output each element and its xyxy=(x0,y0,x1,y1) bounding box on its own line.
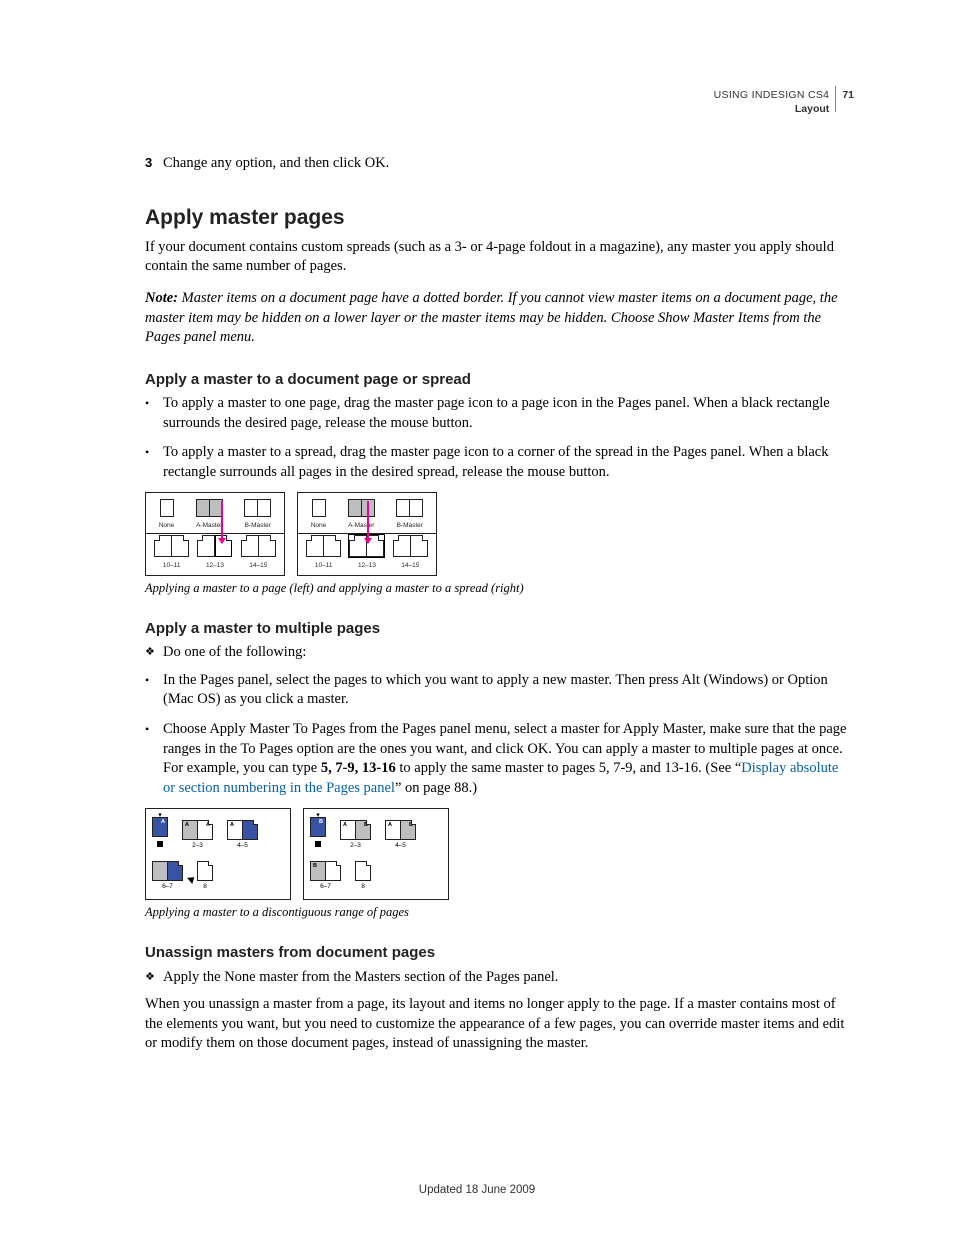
heading-apply-page-or-spread: Apply a master to a document page or spr… xyxy=(145,370,854,390)
header-section: Layout xyxy=(714,102,830,116)
example-range: 5, 7-9, 13-16 xyxy=(321,760,396,776)
master-a-label: A-Master xyxy=(348,522,375,531)
bullet-text: To apply a master to one page, drag the … xyxy=(163,394,854,433)
note-text: Master items on a document page have a d… xyxy=(145,290,838,345)
page-label: 14–15 xyxy=(241,562,276,571)
running-header: USING INDESIGN CS4 Layout 71 xyxy=(714,88,854,116)
page-label: 2–3 xyxy=(340,842,371,851)
page-label: 4–5 xyxy=(227,842,258,851)
note-paragraph: Note: Master items on a document page ha… xyxy=(145,289,854,348)
page-label: 6–7 xyxy=(310,883,341,892)
bullet-list-2: In the Pages panel, select the pages to … xyxy=(145,671,854,798)
intro-paragraph: If your document contains custom spreads… xyxy=(145,238,854,277)
page-label: 10–11 xyxy=(306,562,341,571)
page-label: 6–7 xyxy=(152,883,183,892)
diamond-text: Do one of the following: xyxy=(163,643,854,663)
page-label: 8 xyxy=(355,883,371,892)
figure-discontiguous: ▾ A A A 2–3 A 4–5 6–7 xyxy=(145,808,854,900)
page-label: 2–3 xyxy=(182,842,213,851)
heading-unassign: Unassign masters from document pages xyxy=(145,943,854,963)
list-item: Choose Apply Master To Pages from the Pa… xyxy=(145,720,854,798)
master-a-label: A-Master xyxy=(196,522,223,531)
master-b-label: B-Master xyxy=(396,522,423,531)
bullet-text: In the Pages panel, select the pages to … xyxy=(163,671,854,710)
bullet-text: To apply a master to a spread, drag the … xyxy=(163,443,854,482)
master-none-label: None xyxy=(311,522,327,531)
note-label: Note: xyxy=(145,290,178,306)
diamond-lead: ❖ Do one of the following: xyxy=(145,643,854,663)
page-label: 4–5 xyxy=(385,842,416,851)
master-b-label: B-Master xyxy=(244,522,271,531)
unassign-paragraph: When you unassign a master from a page, … xyxy=(145,995,854,1054)
figure-caption-1: Applying a master to a page (left) and a… xyxy=(145,580,854,597)
page-label: 14–15 xyxy=(393,562,428,571)
header-rule xyxy=(835,86,836,112)
diamond-lead: ❖ Apply the None master from the Masters… xyxy=(145,968,854,988)
pages-panel-right: None A-Master B-Master 10–11 12–13 14–15 xyxy=(297,492,437,576)
heading-apply-multiple: Apply a master to multiple pages xyxy=(145,619,854,639)
page-label: 10–11 xyxy=(154,562,189,571)
list-item: In the Pages panel, select the pages to … xyxy=(145,671,854,710)
page-content: 3 Change any option, and then click OK. … xyxy=(145,154,854,1054)
page-label: 8 xyxy=(197,883,213,892)
figure-caption-2: Applying a master to a discontiguous ran… xyxy=(145,904,854,921)
diamond-icon: ❖ xyxy=(145,643,163,663)
pages-panel-left: None A-Master B-Master 10–11 12–13 14–15 xyxy=(145,492,285,576)
master-none-label: None xyxy=(159,522,175,531)
header-product: USING INDESIGN CS4 xyxy=(714,89,830,101)
step-number: 3 xyxy=(145,154,163,174)
diamond-text: Apply the None master from the Masters s… xyxy=(163,968,854,988)
page-footer: Updated 18 June 2009 xyxy=(0,1183,954,1199)
document-page: USING INDESIGN CS4 Layout 71 3 Change an… xyxy=(0,0,954,1235)
list-item: To apply a master to one page, drag the … xyxy=(145,394,854,433)
heading-apply-master-pages: Apply master pages xyxy=(145,204,854,232)
step-row: 3 Change any option, and then click OK. xyxy=(145,154,854,174)
pages-panel-after: ▾ B A B 2–3 A B 4–5 B xyxy=(303,808,449,900)
page-label: 12–13 xyxy=(197,562,232,571)
step-text: Change any option, and then click OK. xyxy=(163,154,854,174)
pages-panel-before: ▾ A A A 2–3 A 4–5 6–7 xyxy=(145,808,291,900)
page-number: 71 xyxy=(842,88,854,102)
diamond-icon: ❖ xyxy=(145,968,163,988)
bullet-list-1: To apply a master to one page, drag the … xyxy=(145,394,854,482)
figure-apply-master: None A-Master B-Master 10–11 12–13 14–15 xyxy=(145,492,854,576)
cursor-icon xyxy=(187,874,197,884)
bullet-text: Choose Apply Master To Pages from the Pa… xyxy=(163,720,854,798)
list-item: To apply a master to a spread, drag the … xyxy=(145,443,854,482)
page-label: 12–13 xyxy=(349,562,384,571)
